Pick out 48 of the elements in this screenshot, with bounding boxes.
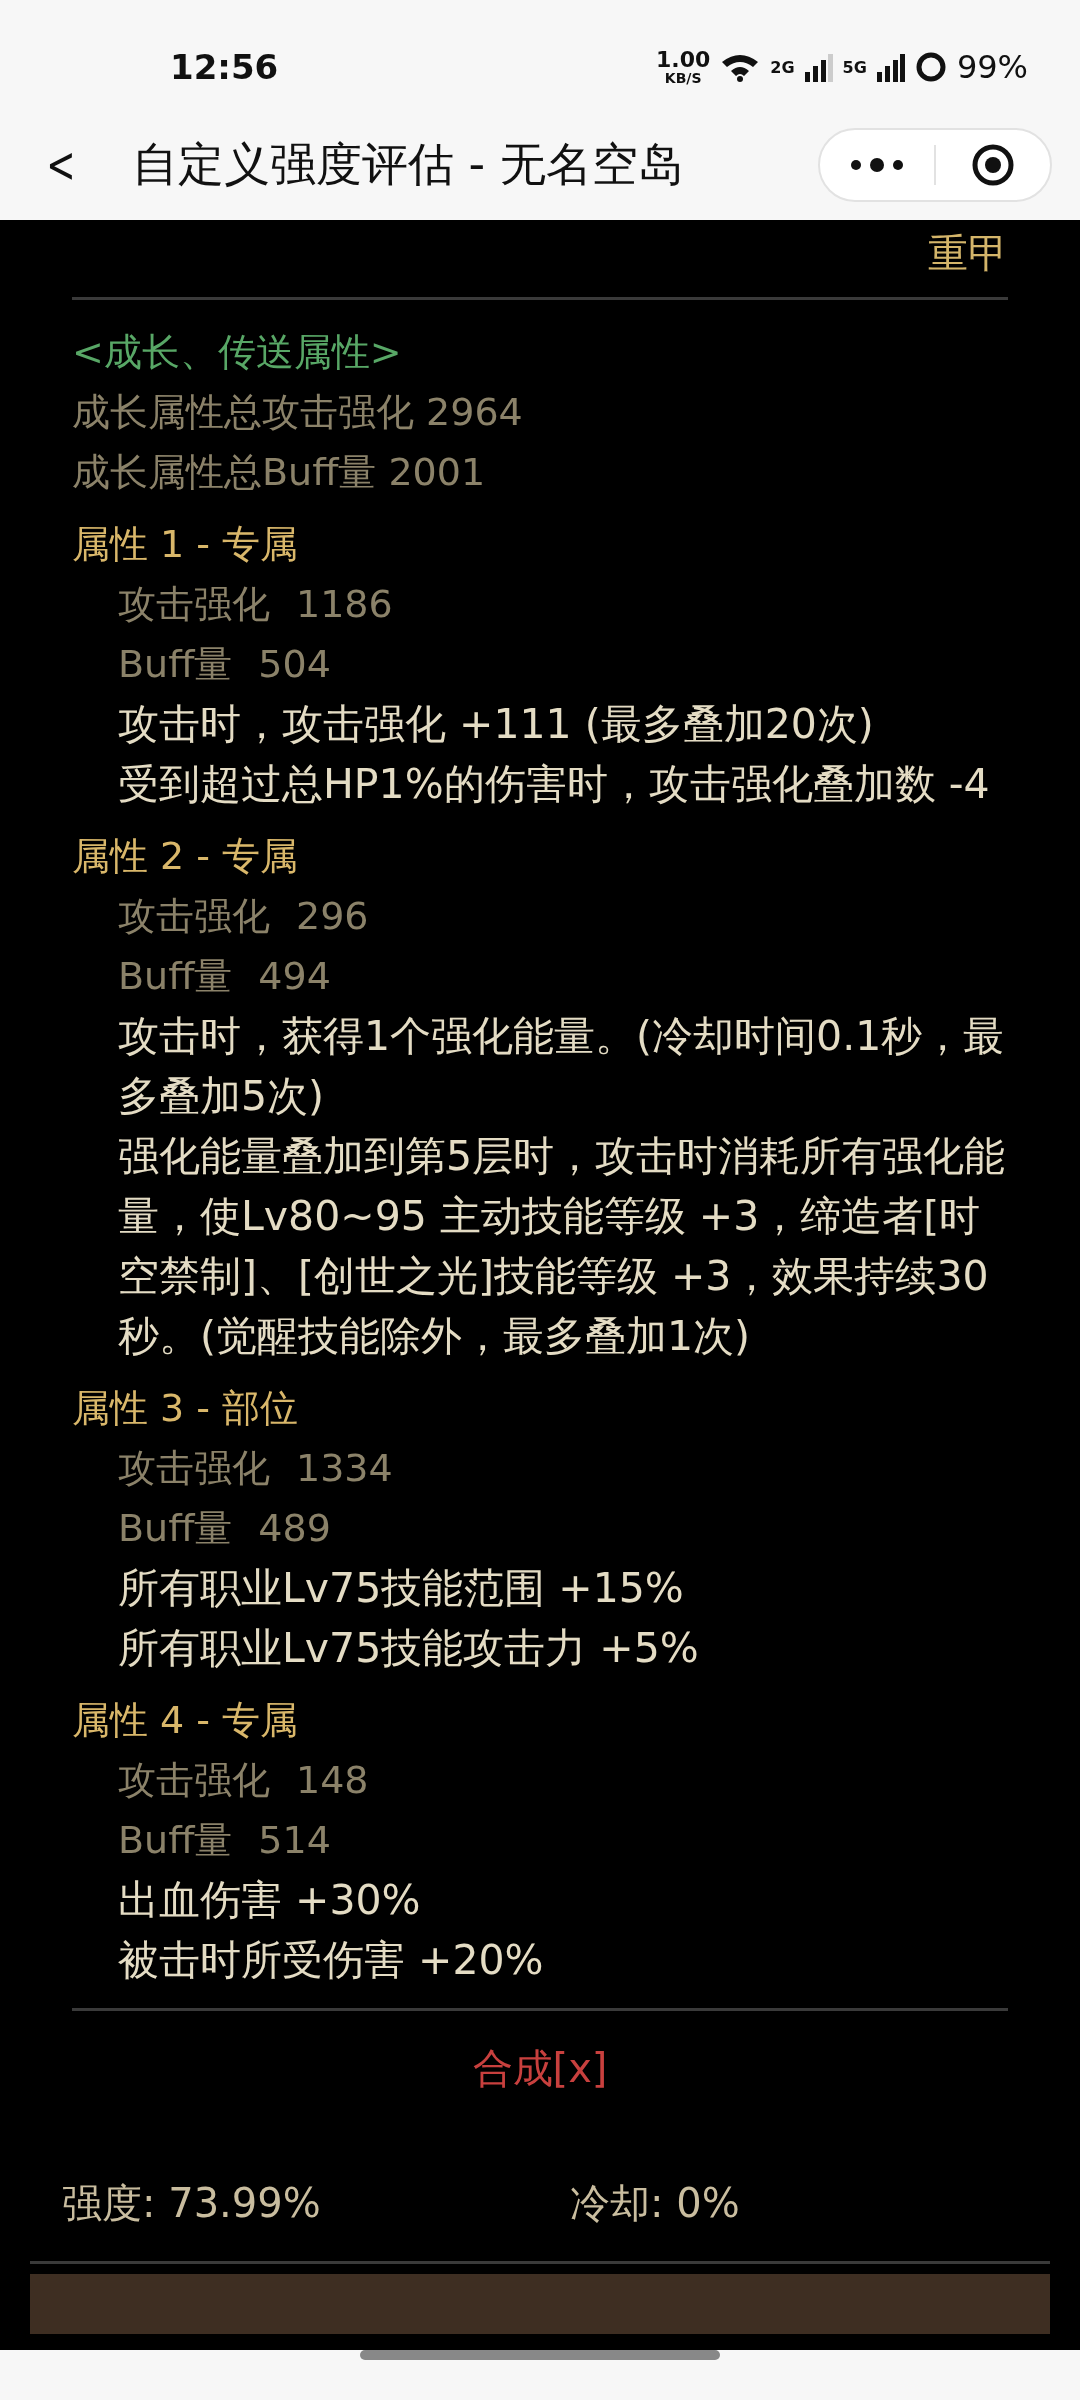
effect-text: 出血伤害 +30% [117, 1875, 422, 1926]
stat-label: Buff量 [118, 1817, 233, 1864]
network-type: 5G [842, 57, 867, 77]
stat-value: 1186 [296, 581, 393, 628]
page-title: 自定义强度评估 - 无名空岛 [131, 136, 685, 193]
section-heading: <成长、传送属性> [72, 329, 403, 376]
attribute-title: 属性 1 - 专属 [72, 521, 300, 568]
stat-label: Buff量 [118, 1505, 233, 1552]
stat-label: 攻击强化 [118, 1445, 270, 1492]
effect-text: 强化能量叠加到第5层时，攻击时消耗所有强化能量，使Lv80~95 主动技能等级 +3，缔造者[时空禁制]、[创世之光]技能等级 +3，效果持续30秒。(觉醒技能除外，最多叠加1次) [117, 1131, 1007, 1362]
battery-percent: 99% [956, 48, 1028, 86]
more-icon [849, 158, 905, 172]
growth-stat: 成长属性总攻击强化 2964 [72, 389, 524, 436]
stat-value: 1334 [296, 1445, 393, 1492]
stat-value: 296 [296, 893, 369, 940]
effect-text: 被击时所受伤害 +20% [117, 1935, 545, 1986]
stat-label: 攻击强化 [118, 893, 270, 940]
strength-value: 强度: 73.99% [62, 2179, 322, 2228]
signal-icon [876, 52, 905, 82]
effect-text: 所有职业Lv75技能攻击力 +5% [117, 1623, 700, 1674]
synthesis-label: 合成[x] [471, 2044, 609, 2093]
stat-label: Buff量 [118, 641, 233, 688]
stat-value: 504 [258, 641, 331, 688]
target-icon [971, 143, 1015, 187]
network-type: 2G [770, 57, 795, 77]
stat-value: 494 [258, 953, 331, 1000]
network-speed: 1.00 KB/S [656, 49, 711, 85]
attribute-title: 属性 3 - 部位 [72, 1385, 300, 1432]
wifi-icon [720, 52, 761, 82]
stat-label: 攻击强化 [118, 1757, 270, 1804]
effect-text: 受到超过总HP1%的伤害时，攻击强化叠加数 -4 [117, 759, 991, 810]
stat-value: 148 [296, 1757, 369, 1804]
back-button[interactable]: < [39, 136, 83, 194]
armor-type: 重甲 [927, 229, 1008, 278]
signal-icon [804, 52, 833, 82]
effect-text: 所有职业Lv75技能范围 +15% [117, 1563, 685, 1614]
cooldown-value: 冷却: 0% [570, 2179, 741, 2228]
effect-text: 攻击时，获得1个强化能量。(冷却时间0.1秒，最多叠加5次) [117, 1011, 1006, 1122]
effect-text: 攻击时，攻击强化 +111 (最多叠加20次) [117, 699, 875, 750]
stat-value: 514 [258, 1817, 331, 1864]
attribute-title: 属性 4 - 专属 [72, 1697, 300, 1744]
battery-icon [914, 51, 947, 83]
stat-value: 489 [258, 1505, 331, 1552]
attribute-title: 属性 2 - 专属 [72, 833, 300, 880]
stat-label: 攻击强化 [118, 581, 270, 628]
growth-stat: 成长属性总Buff量 2001 [72, 449, 487, 496]
stat-label: Buff量 [118, 953, 233, 1000]
status-time: 12:56 [170, 47, 279, 87]
